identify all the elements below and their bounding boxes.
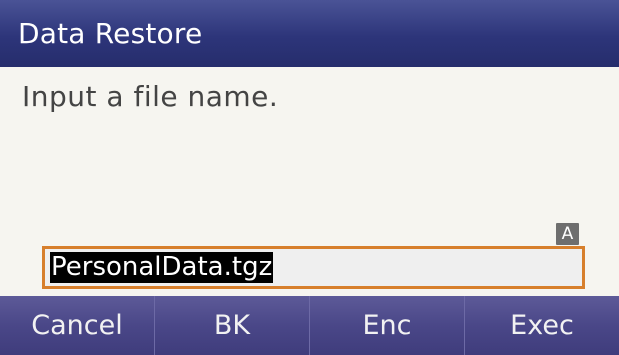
backspace-softkey[interactable]: BK [154, 296, 309, 355]
exec-softkey[interactable]: Exec [464, 296, 619, 355]
prompt-text: Input a file name. [22, 80, 279, 113]
title-bar: Data Restore [0, 0, 619, 67]
enc-softkey[interactable]: Enc [309, 296, 464, 355]
softkey-bar: Cancel BK Enc Exec [0, 296, 619, 355]
cancel-softkey[interactable]: Cancel [0, 296, 154, 355]
filename-input[interactable]: PersonalData.tgz [42, 246, 585, 289]
filename-value: PersonalData.tgz [50, 252, 274, 283]
screen-title: Data Restore [18, 17, 203, 50]
input-mode-indicator: A [556, 223, 579, 245]
phone-display: Data Restore Input a file name. A Person… [0, 0, 619, 355]
